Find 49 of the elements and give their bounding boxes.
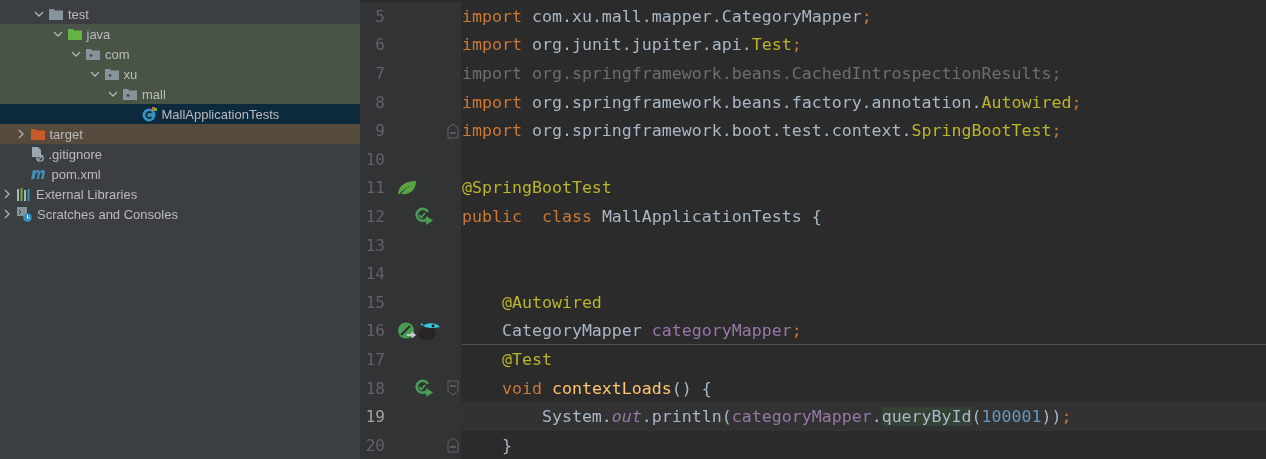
chevron-down-icon[interactable] — [108, 89, 118, 99]
chevron-down-icon[interactable] — [34, 9, 44, 19]
tree-item[interactable]: pom.xml — [0, 164, 360, 184]
code-line: import com.xu.mall.mapper.CategoryMapper; — [462, 6, 872, 26]
libraries-icon — [17, 187, 31, 201]
package-icon — [123, 88, 137, 100]
tree-item[interactable]: com — [0, 44, 360, 64]
folder-icon — [49, 8, 63, 20]
file-icon — [30, 146, 44, 162]
code-line: void contextLoads() { — [500, 378, 712, 398]
folder-icon — [67, 28, 82, 40]
run-test-icon[interactable] — [415, 379, 434, 397]
code-line: @Test — [500, 349, 552, 369]
tree-item[interactable]: xu — [0, 64, 360, 84]
package-icon — [86, 48, 100, 60]
maven-icon — [30, 168, 47, 180]
folder-icon — [30, 128, 45, 140]
code-line: } — [500, 435, 512, 455]
fold-marker-icon[interactable] — [447, 122, 459, 139]
fold-marker-icon[interactable] — [447, 380, 459, 396]
chevron-down-icon[interactable] — [71, 49, 81, 59]
run-test-icon[interactable] — [415, 207, 434, 226]
code-line: @SpringBootTest — [462, 178, 612, 198]
fold-marker-icon[interactable] — [447, 437, 459, 454]
tree-item[interactable]: .gitignore — [0, 144, 360, 164]
leaf-icon[interactable] — [397, 179, 417, 196]
code-line: import org.springframework.boot.test.context.SpringBootTest; — [462, 121, 1062, 141]
code-line: import org.springframework.beans.CachedIntrospectionResults; — [462, 64, 1062, 83]
scratches-icon — [17, 206, 32, 222]
code-line: CategoryMapper categoryMapper; — [500, 321, 802, 341]
bean-injection-icon[interactable] — [397, 321, 417, 340]
package-icon — [104, 68, 119, 80]
chevron-down-icon[interactable] — [52, 29, 63, 39]
code-line: @Autowired — [500, 292, 602, 312]
tree-item[interactable]: Scratches and Consoles — [0, 204, 360, 224]
chevron-down-icon[interactable] — [89, 69, 100, 79]
tree-item[interactable]: target — [0, 124, 360, 144]
code-line: import org.springframework.beans.factory.annotation.Autowired; — [462, 92, 1082, 112]
code-line: System.out.println(categoryMapper.queryById(100001)); — [540, 407, 1072, 427]
tree-item[interactable]: test — [0, 4, 360, 24]
tree-item[interactable]: External Libraries — [0, 184, 360, 204]
code-line: public class MallApplicationTests { — [462, 206, 822, 226]
test-class-icon — [141, 106, 157, 122]
tree-item[interactable]: java — [0, 24, 360, 44]
bird-icon[interactable] — [417, 320, 441, 341]
line-number: 19 — [364, 407, 385, 427]
tree-item[interactable]: mall — [0, 84, 360, 104]
tree-item[interactable]: MallApplicationTests — [0, 104, 360, 124]
code-line: import org.junit.jupiter.api.Test; — [462, 35, 802, 55]
